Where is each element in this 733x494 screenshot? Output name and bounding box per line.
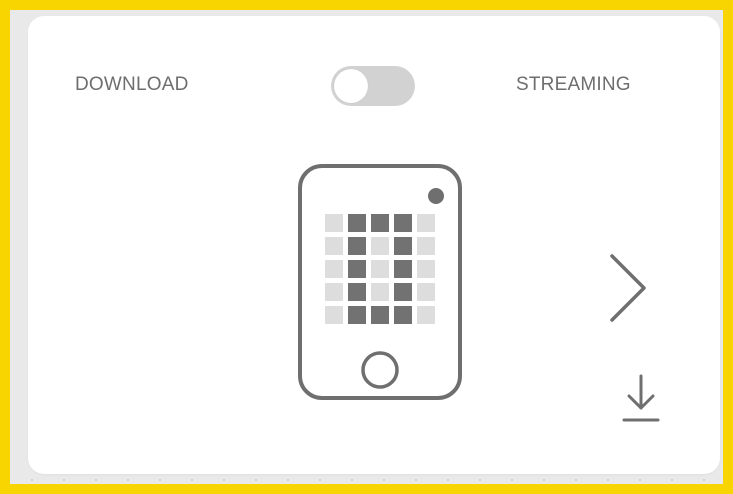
led-off <box>325 214 343 232</box>
led-off <box>325 237 343 255</box>
led-off <box>325 306 343 324</box>
led-on <box>394 214 412 232</box>
led-off <box>417 237 435 255</box>
mode-toggle-switch[interactable] <box>331 66 415 106</box>
led-off <box>417 283 435 301</box>
led-off <box>371 283 389 301</box>
led-on <box>348 237 366 255</box>
led-on <box>348 283 366 301</box>
led-on <box>394 237 412 255</box>
led-off <box>325 260 343 278</box>
led-on <box>348 260 366 278</box>
highlight-frame: DOWNLOAD STREAMING <box>0 0 733 494</box>
led-on <box>371 214 389 232</box>
toggle-knob[interactable] <box>334 69 368 103</box>
streaming-mode-label[interactable]: STREAMING <box>516 74 631 96</box>
led-off <box>417 260 435 278</box>
download-icon[interactable] <box>620 372 662 424</box>
led-grid <box>325 214 435 324</box>
mode-card: DOWNLOAD STREAMING <box>28 16 720 474</box>
led-on <box>394 260 412 278</box>
led-on <box>348 306 366 324</box>
led-off <box>371 260 389 278</box>
led-on <box>348 214 366 232</box>
led-on <box>371 306 389 324</box>
device-button <box>361 351 399 389</box>
microbit-device-icon <box>298 164 462 400</box>
led-on <box>394 283 412 301</box>
led-off <box>417 214 435 232</box>
download-mode-label[interactable]: DOWNLOAD <box>75 74 189 96</box>
led-off <box>371 237 389 255</box>
chevron-right-icon[interactable] <box>606 252 650 324</box>
led-off <box>417 306 435 324</box>
led-on <box>394 306 412 324</box>
device-status-dot <box>428 188 444 204</box>
led-off <box>325 283 343 301</box>
